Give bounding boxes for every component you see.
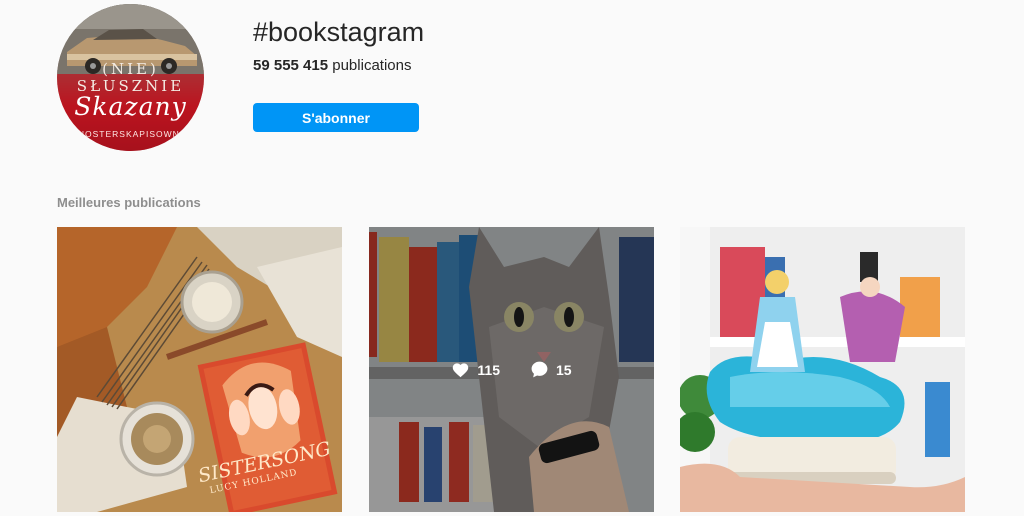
comment-icon bbox=[531, 361, 548, 378]
hashtag-avatar: (NIE) SŁUSZNIE Skazany NOSTERSKAPISOWNI bbox=[57, 4, 204, 151]
heart-icon bbox=[453, 363, 469, 378]
post-tile-2[interactable]: 115 15 bbox=[369, 227, 654, 512]
post-hover-overlay: 115 15 bbox=[369, 227, 654, 512]
likes-stat: 115 bbox=[451, 361, 500, 378]
hashtag-page: (NIE) SŁUSZNIE Skazany NOSTERSKAPISOWNI … bbox=[0, 0, 1024, 516]
avatar-text-line1: (NIE) bbox=[102, 60, 159, 78]
post-image-snowglobe bbox=[680, 227, 965, 512]
post-count-label: publications bbox=[332, 57, 412, 74]
likes-count: 115 bbox=[477, 361, 500, 378]
post-count: 59 555 415 publications bbox=[253, 57, 411, 74]
post-tile-1[interactable]: SISTERSONG LUCY HOLLAND bbox=[57, 227, 342, 512]
follow-button[interactable]: S'abonner bbox=[253, 103, 419, 132]
avatar-text-line3: Skazany bbox=[74, 92, 187, 121]
top-posts-heading: Meilleures publications bbox=[57, 195, 201, 210]
comments-count: 15 bbox=[556, 361, 572, 378]
hashtag-title: #bookstagram bbox=[253, 17, 425, 47]
post-count-number: 59 555 415 bbox=[253, 57, 329, 74]
avatar-handle-text: NOSTERSKAPISOWNI bbox=[77, 129, 184, 139]
post-tile-3[interactable] bbox=[680, 227, 965, 512]
comments-stat: 15 bbox=[530, 360, 572, 379]
